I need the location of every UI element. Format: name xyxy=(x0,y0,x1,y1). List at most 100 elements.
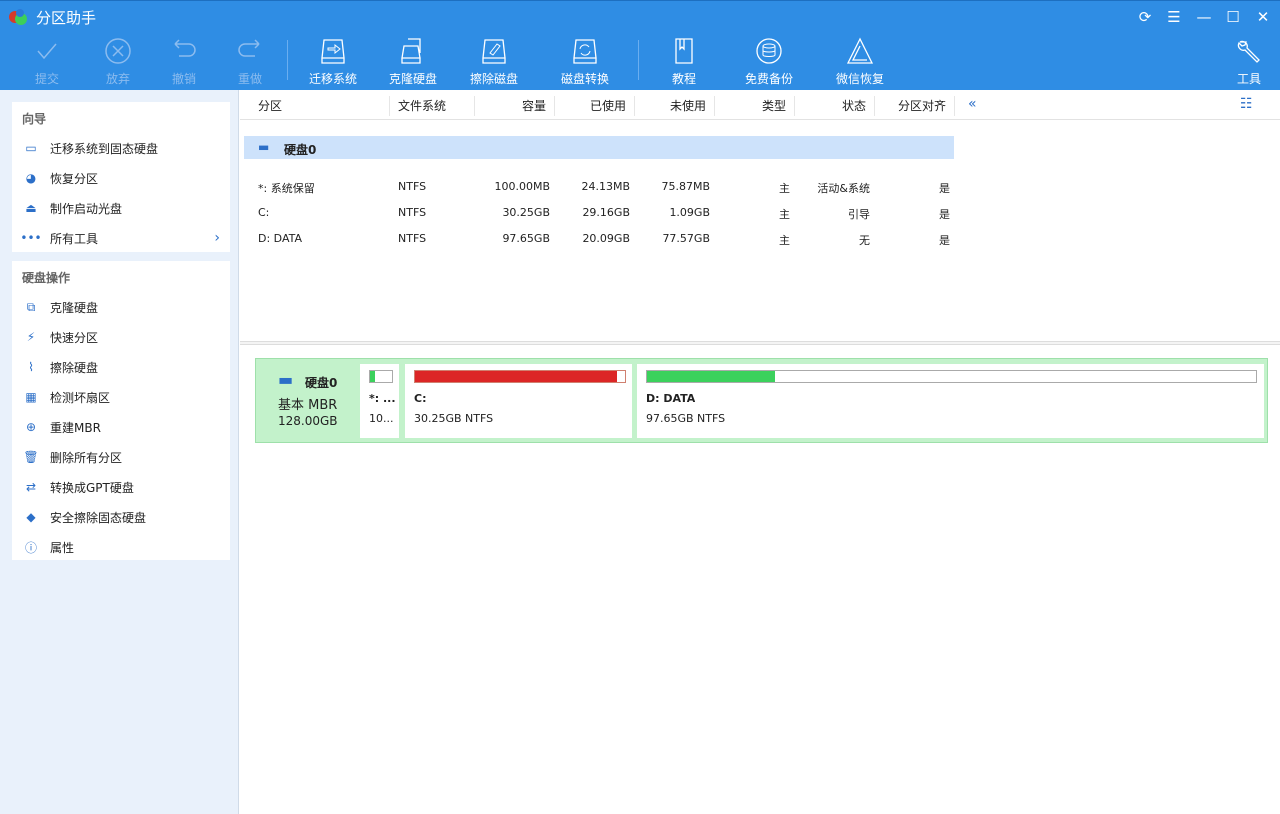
table-row[interactable]: D: DATA NTFS 97.65GB 20.09GB 77.57GB 主 无 是 xyxy=(244,226,954,252)
col-used[interactable]: 已使用 xyxy=(555,96,635,116)
cell-type: 主 xyxy=(779,182,790,195)
col-type[interactable]: 类型 xyxy=(715,96,795,116)
view-options-icon[interactable]: ☷ xyxy=(1240,96,1253,112)
pane-splitter[interactable] xyxy=(240,341,1280,345)
book-icon xyxy=(675,38,693,64)
usage-bar xyxy=(414,370,626,383)
app-logo-icon xyxy=(9,9,27,25)
sidebar-item-clone-disk[interactable]: ⧉ 克隆硬盘 xyxy=(12,292,230,322)
sidebar-item-recover-partition[interactable]: ◕ 恢复分区 xyxy=(12,163,230,193)
app-title: 分区助手 xyxy=(36,9,97,27)
tutorial-button[interactable]: 教程 xyxy=(644,36,724,87)
partition-block-c[interactable]: C: 30.25GB NTFS xyxy=(405,364,632,438)
disk-icon: ▬ xyxy=(278,370,294,389)
sidebar-item-quick-partition[interactable]: ⚡ 快速分区 xyxy=(12,322,230,352)
commit-button[interactable]: 提交 xyxy=(7,36,87,87)
refresh-icon[interactable]: ⟳ xyxy=(1134,6,1156,28)
trash-icon: 🗑 xyxy=(23,450,39,464)
info-icon: ⓘ xyxy=(24,540,37,555)
sidebar-item-convert-gpt[interactable]: ⇄ 转换成GPT硬盘 xyxy=(12,472,230,502)
col-status[interactable]: 状态 xyxy=(795,96,875,116)
convert-icon: ⇄ xyxy=(25,480,37,494)
usage-fill xyxy=(415,371,617,382)
sidebar-item-delete-all[interactable]: 🗑 删除所有分区 xyxy=(12,442,230,472)
rebuild-icon: ⊕ xyxy=(25,420,37,434)
sidebar-item-secure-erase[interactable]: ◆ 安全擦除固态硬盘 xyxy=(12,502,230,532)
menu-icon[interactable]: ☰ xyxy=(1163,6,1185,28)
table-row[interactable]: C: NTFS 30.25GB 29.16GB 1.09GB 主 引导 是 xyxy=(244,200,954,226)
sidebar-item-wipe-disk[interactable]: ⌇ 擦除硬盘 xyxy=(12,352,230,382)
toolbar-separator xyxy=(287,40,288,80)
broom-icon: ⌇ xyxy=(28,360,34,374)
migrate-os-button[interactable]: 迁移系统 xyxy=(293,36,373,87)
collapse-columns-icon[interactable]: « xyxy=(968,96,977,112)
cell-unused: 77.57GB xyxy=(662,232,710,245)
clone-icon: ⧉ xyxy=(26,299,36,314)
cell-used: 20.09GB xyxy=(582,232,630,245)
sidebar-item-migrate-ssd[interactable]: ▭ 迁移系统到固态硬盘 xyxy=(12,133,230,163)
minimize-button[interactable]: — xyxy=(1193,6,1215,28)
toolbar: 提交 放弃 撤销 重做 迁移系统 克隆硬盘 擦除磁盘 磁盘转换 教程 免费备份 … xyxy=(0,32,1280,90)
clone-disk-button[interactable]: 克隆硬盘 xyxy=(373,36,453,87)
disk-ops-heading: 硬盘操作 xyxy=(22,271,71,285)
col-unused[interactable]: 未使用 xyxy=(635,96,715,116)
cell-partition: *: 系统保留 xyxy=(258,182,315,195)
cell-capacity: 30.25GB xyxy=(502,206,550,219)
col-partition[interactable]: 分区 xyxy=(240,96,390,116)
cell-used: 24.13MB xyxy=(581,180,630,193)
disk-icon: ▬ xyxy=(258,140,270,154)
table-row[interactable]: *: 系统保留 NTFS 100.00MB 24.13MB 75.87MB 主 活动&系统 是 xyxy=(244,174,954,200)
redo-icon xyxy=(238,39,260,57)
disk-map: ▬ 硬盘0 基本 MBR 128.00GB *: ... 10... C: 30… xyxy=(255,358,1268,443)
disk-operations-panel: 硬盘操作 ⧉ 克隆硬盘 ⚡ 快速分区 ⌇ 擦除硬盘 ▦ 检测坏扇区 ⊕ 重建MBR 🗑 删除… xyxy=(12,261,230,560)
tools-icon xyxy=(1237,40,1260,63)
sidebar-item-properties[interactable]: ⓘ 属性 xyxy=(12,532,230,562)
free-backup-button[interactable]: 免费备份 xyxy=(729,36,809,87)
sidebar-item-rebuild-mbr[interactable]: ⊕ 重建MBR xyxy=(12,412,230,442)
tools-button[interactable]: 工具 xyxy=(1209,36,1280,87)
partition-block-system[interactable]: *: ... 10... xyxy=(360,364,399,438)
partition-block-d[interactable]: D: DATA 97.65GB NTFS xyxy=(637,364,1264,438)
usage-fill xyxy=(370,371,376,382)
close-button[interactable]: ✕ xyxy=(1252,6,1274,28)
lightning-icon: ⚡ xyxy=(26,330,36,344)
chevron-right-icon: › xyxy=(214,230,220,246)
check-icon xyxy=(37,43,57,60)
cell-capacity: 97.65GB xyxy=(502,232,550,245)
eraser-icon: ◆ xyxy=(26,510,36,524)
wechat-recovery-button[interactable]: 微信恢复 xyxy=(820,36,900,87)
cell-used: 29.16GB xyxy=(582,206,630,219)
toolbar-separator xyxy=(638,40,639,80)
wipe-disk-icon xyxy=(482,39,506,64)
disk-name: 硬盘0 xyxy=(305,376,338,390)
migrate-icon: ▭ xyxy=(25,141,37,155)
backup-icon xyxy=(756,38,782,64)
main-panel: 分区 文件系统 容量 已使用 未使用 类型 状态 分区对齐 « ☷ ▬ 硬盘0 … xyxy=(240,90,1280,814)
wizard-heading: 向导 xyxy=(22,112,47,126)
convert-disk-button[interactable]: 磁盘转换 xyxy=(545,36,625,87)
maximize-button[interactable]: ☐ xyxy=(1222,6,1244,28)
sidebar: 向导 ▭ 迁移系统到固态硬盘 ◕ 恢复分区 ⏏ 制作启动光盘 ••• 所有工具 › 硬盘操… xyxy=(0,90,239,814)
sidebar-item-all-tools[interactable]: ••• 所有工具 › xyxy=(12,223,230,253)
wipe-disk-button[interactable]: 擦除磁盘 xyxy=(454,36,534,87)
column-header: 分区 文件系统 容量 已使用 未使用 类型 状态 分区对齐 « ☷ xyxy=(240,92,1280,120)
sidebar-item-bad-sector[interactable]: ▦ 检测坏扇区 xyxy=(12,382,230,412)
cell-partition: C: xyxy=(258,206,270,219)
disk-row[interactable]: ▬ 硬盘0 xyxy=(244,136,954,159)
col-alignment[interactable]: 分区对齐 xyxy=(875,96,955,116)
redo-button[interactable]: 重做 xyxy=(210,36,290,87)
undo-icon xyxy=(174,39,196,57)
cell-alignment: 是 xyxy=(939,234,950,247)
cell-alignment: 是 xyxy=(939,208,950,221)
usage-bar xyxy=(369,370,393,383)
col-filesystem[interactable]: 文件系统 xyxy=(390,96,475,116)
clone-disk-icon xyxy=(401,38,421,64)
cell-type: 主 xyxy=(779,234,790,247)
more-icon: ••• xyxy=(20,231,42,245)
col-capacity[interactable]: 容量 xyxy=(475,96,555,116)
migrate-disk-icon xyxy=(321,39,345,64)
scan-icon: ▦ xyxy=(25,390,37,404)
recovery-icon xyxy=(846,37,874,64)
cell-status: 无 xyxy=(859,234,870,247)
sidebar-item-boot-disc[interactable]: ⏏ 制作启动光盘 xyxy=(12,193,230,223)
